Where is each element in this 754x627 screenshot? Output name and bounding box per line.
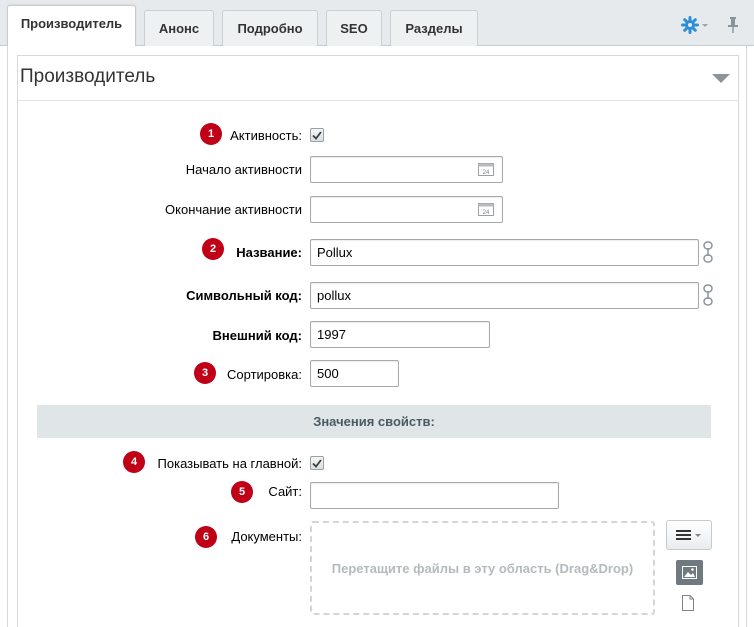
tab-label: Подробно [237,21,303,36]
active-label: Активность: [230,128,302,143]
site-input[interactable] [310,482,559,509]
code-input[interactable] [310,282,699,309]
tab-announce[interactable]: Анонс [144,10,214,46]
properties-header: Значения свойств: [37,405,711,438]
docs-label: Документы: [231,529,302,544]
tab-manufacturer[interactable]: Производитель [7,5,136,47]
link-icon[interactable] [702,284,714,306]
name-input[interactable] [310,239,699,266]
start-date-input[interactable] [310,156,503,183]
svg-text:24: 24 [483,210,490,216]
site-label: Сайт: [268,484,302,499]
end-date-input[interactable] [310,196,503,223]
tab-bar: Производитель Анонс Подробно SEO Разделы [0,0,754,47]
tab-sections[interactable]: Разделы [390,10,478,46]
tab-label: Разделы [405,21,463,36]
active-checkbox[interactable] [310,128,324,142]
gear-icon[interactable] [680,14,710,36]
calendar-icon[interactable]: 24 [478,202,494,216]
sort-label: Сортировка: [227,367,302,382]
start-label: Начало активности [185,162,302,177]
code-label: Символьный код: [186,288,302,303]
pin-icon[interactable] [725,14,741,36]
tab-details[interactable]: Подробно [222,10,318,46]
show-main-checkbox[interactable] [310,456,324,470]
tab-label: SEO [340,21,368,36]
hamburger-icon [676,530,701,540]
section-title: Производитель [20,66,156,87]
show-main-label: Показывать на главной: [157,456,302,471]
ext-code-label: Внешний код: [212,328,302,343]
link-icon[interactable] [702,241,714,263]
tab-label: Анонс [158,21,200,36]
image-icon [682,566,697,579]
calendar-icon[interactable]: 24 [478,162,494,176]
ext-code-input[interactable] [310,321,490,348]
file-icon[interactable] [681,595,695,611]
collapse-arrow-icon[interactable] [712,74,730,83]
check-icon [312,130,322,140]
image-upload-button[interactable] [676,560,703,585]
file-dropzone[interactable]: Перетащите файлы в эту область (Drag&Dro… [310,521,655,615]
check-icon [312,458,322,468]
dropzone-text: Перетащите файлы в эту область (Drag&Dro… [331,560,634,576]
svg-text:24: 24 [483,170,490,176]
menu-button[interactable] [666,520,712,550]
end-label: Окончание активности [165,202,302,217]
tab-label: Производитель [20,16,123,31]
tab-seo[interactable]: SEO [326,10,382,46]
section-header: Производитель [17,55,739,101]
sort-input[interactable] [310,360,399,387]
name-label: Название: [236,245,302,260]
